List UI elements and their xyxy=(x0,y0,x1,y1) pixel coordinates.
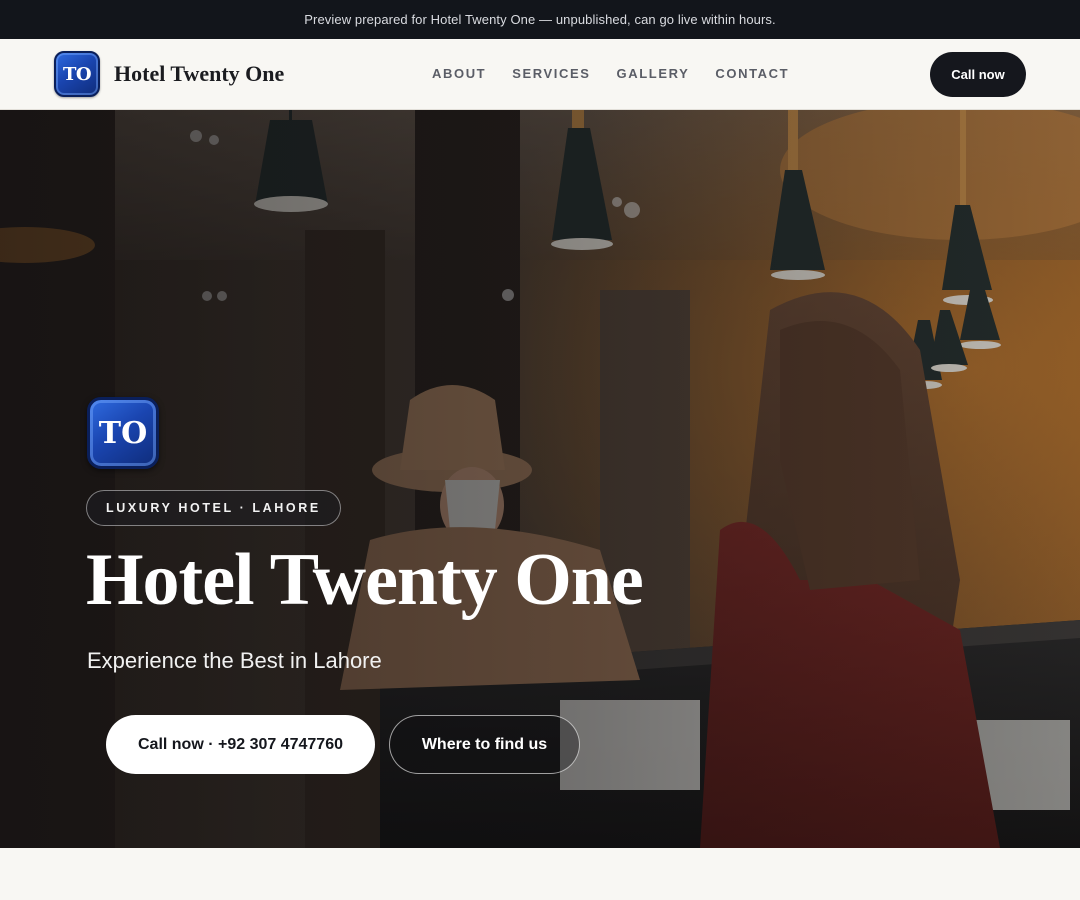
brand-name: Hotel Twenty One xyxy=(114,61,285,86)
site-header: TO Hotel Twenty One ABOUT SERVICES GALLE… xyxy=(0,39,1080,110)
nav-gallery[interactable]: GALLERY xyxy=(617,66,690,81)
nav-about[interactable]: ABOUT xyxy=(432,66,486,81)
preview-banner-text: Preview prepared for Hotel Twenty One — … xyxy=(304,12,776,27)
logo-icon: TO xyxy=(54,51,100,97)
hero-call-button[interactable]: Call now · +92 307 4747760 xyxy=(106,715,375,774)
header-call-button[interactable]: Call now xyxy=(930,52,1026,97)
main-nav: ABOUT SERVICES GALLERY CONTACT xyxy=(432,66,789,81)
where-to-find-us-button[interactable]: Where to find us xyxy=(389,715,580,774)
nav-contact[interactable]: CONTACT xyxy=(715,66,789,81)
below-hero-section xyxy=(0,848,1080,900)
nav-services[interactable]: SERVICES xyxy=(512,66,590,81)
hero-section: TO LUXURY HOTEL · LAHORE Hotel Twenty On… xyxy=(0,110,1080,848)
hero-title: Hotel Twenty One xyxy=(86,539,644,621)
hero-badge: LUXURY HOTEL · LAHORE xyxy=(86,490,341,526)
hero-logo-icon: TO xyxy=(87,397,159,469)
preview-banner: Preview prepared for Hotel Twenty One — … xyxy=(0,0,1080,39)
hero-subtitle: Experience the Best in Lahore xyxy=(87,648,382,673)
brand[interactable]: TO Hotel Twenty One xyxy=(54,51,284,97)
